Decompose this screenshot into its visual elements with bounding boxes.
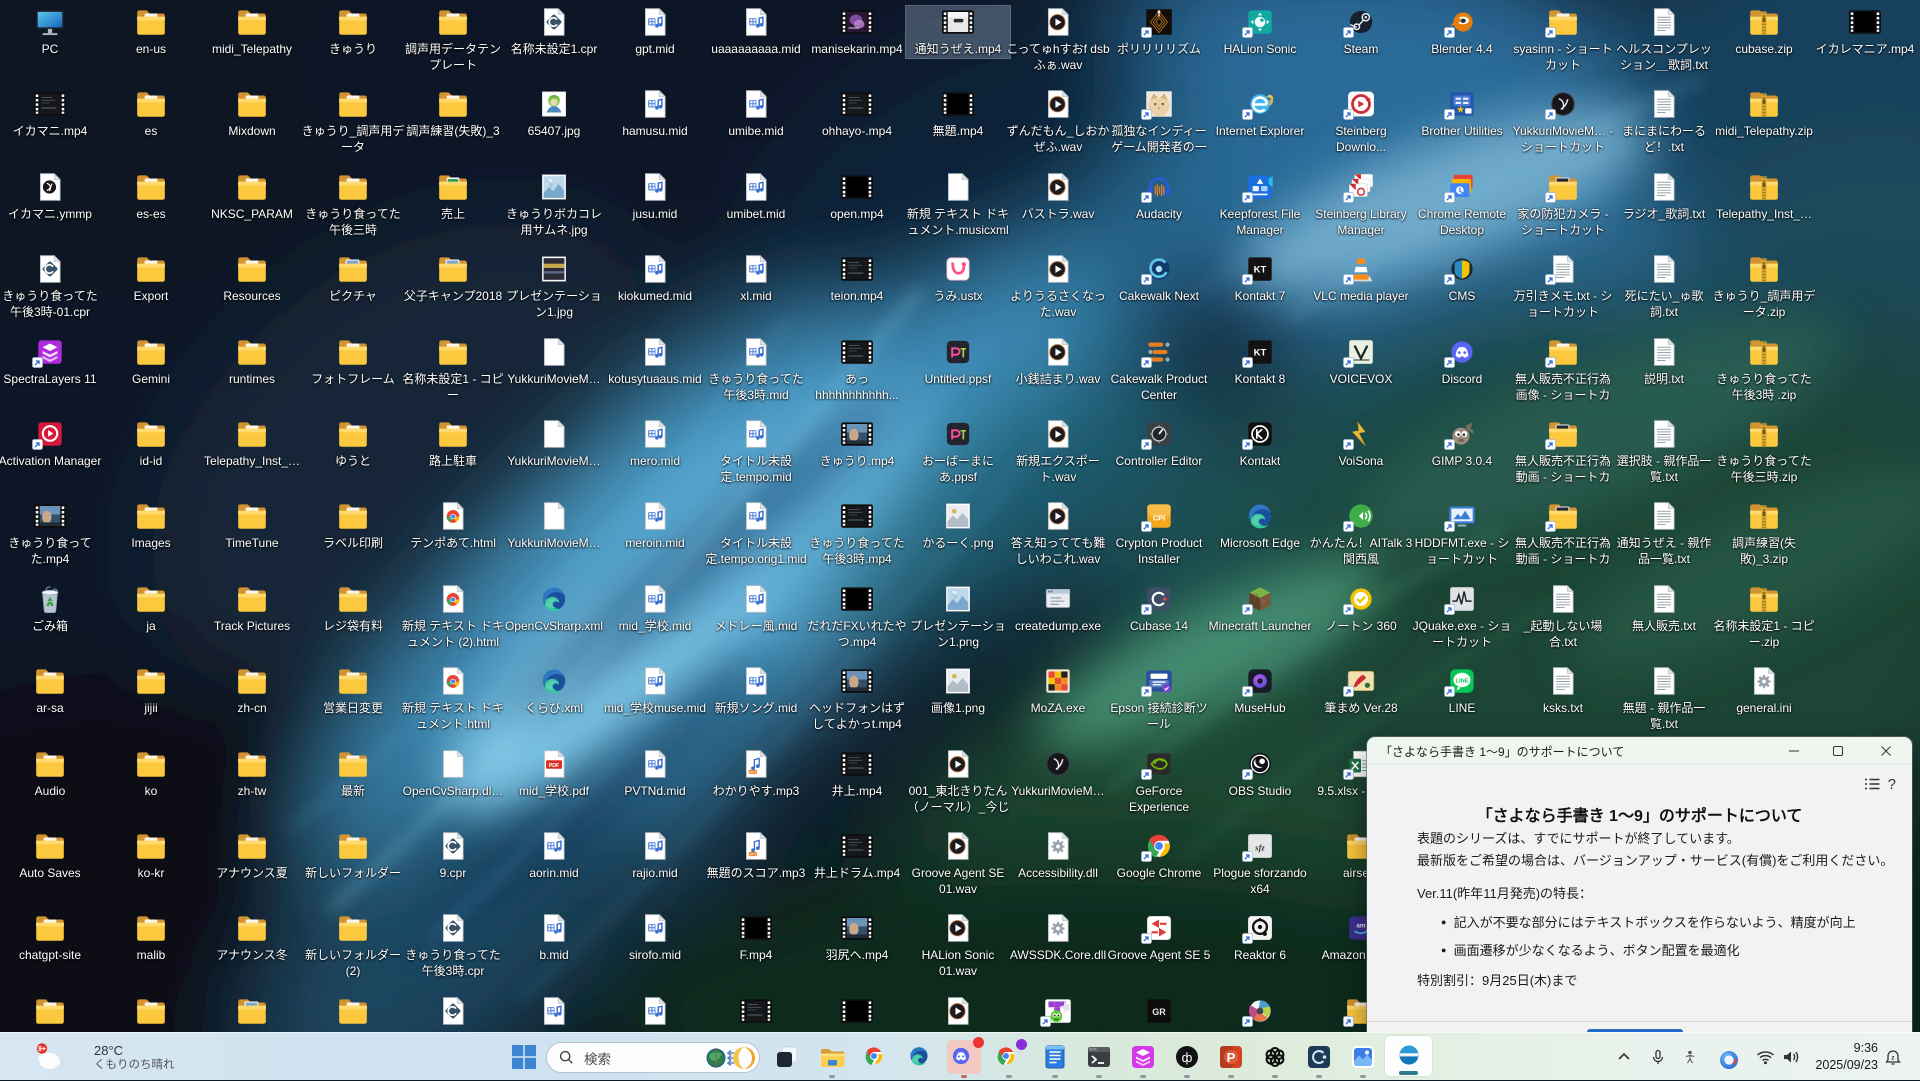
svg-text:P: P <box>1227 1050 1236 1065</box>
svg-text:ф: ф <box>1182 1050 1193 1065</box>
svg-text:9+: 9+ <box>38 1046 46 1053</box>
svg-text:z: z <box>1892 1056 1895 1062</box>
